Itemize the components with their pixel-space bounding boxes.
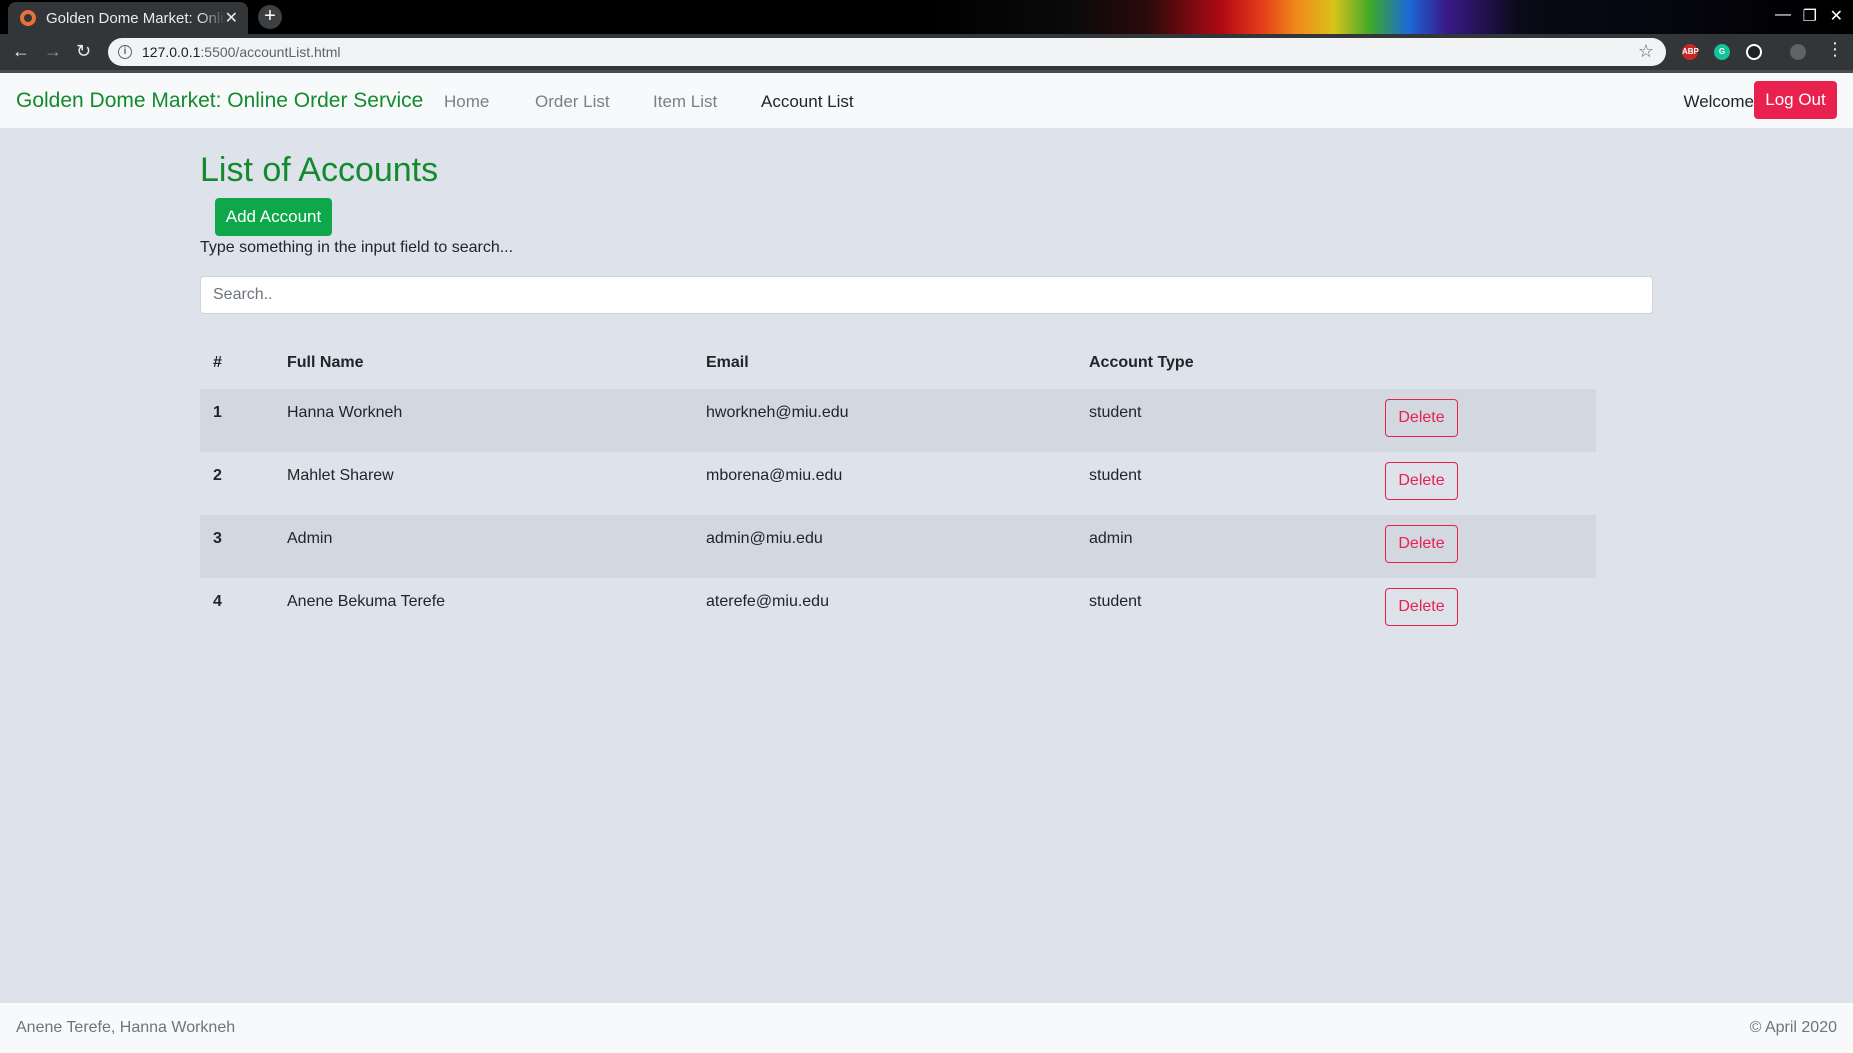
row-full-name: Hanna Workneh xyxy=(274,389,693,452)
welcome-text: Welcome xyxy=(1683,92,1754,111)
site-navbar: Golden Dome Market: Online Order Service… xyxy=(0,73,1853,128)
nav-account-list[interactable]: Account List xyxy=(761,92,854,112)
footer-authors: Anene Terefe, Hanna Workneh xyxy=(16,1019,236,1036)
table-row: 4 Anene Bekuma Terefe aterefe@miu.edu st… xyxy=(200,578,1596,641)
row-actions: Delete xyxy=(1372,515,1596,578)
menu-kebab-icon[interactable]: ⋮ xyxy=(1826,39,1844,60)
header-email: Email xyxy=(706,354,749,371)
nav-home[interactable]: Home xyxy=(444,92,489,112)
url-text: 127.0.0.1:5500/accountList.html xyxy=(142,44,341,60)
row-email: aterefe@miu.edu xyxy=(706,593,829,610)
search-hint: Type something in the input field to sea… xyxy=(200,239,514,256)
site-footer: Anene Terefe, Hanna Workneh © April 2020 xyxy=(0,1003,1853,1053)
reload-icon[interactable]: ↻ xyxy=(76,41,91,62)
adblock-icon[interactable]: ABP xyxy=(1682,44,1699,60)
delete-button[interactable]: Delete xyxy=(1385,588,1458,626)
bookmark-star-icon[interactable]: ☆ xyxy=(1638,41,1654,62)
row-account-type: student xyxy=(1089,467,1142,484)
new-tab-button[interactable]: + xyxy=(258,5,282,29)
grammarly-icon[interactable]: G xyxy=(1714,44,1730,60)
close-tab-icon[interactable]: ✕ xyxy=(225,8,238,28)
row-number: 3 xyxy=(200,515,274,578)
header-actions xyxy=(1372,337,1596,389)
info-icon[interactable]: i xyxy=(118,45,132,59)
forward-icon[interactable]: → xyxy=(44,41,62,62)
logout-button[interactable]: Log Out xyxy=(1754,81,1837,119)
table-row: 3 Admin admin@miu.edu admin Delete xyxy=(200,515,1596,578)
delete-button[interactable]: Delete xyxy=(1385,462,1458,500)
accounts-table: # Full Name Email Account Type 1 Hanna W… xyxy=(200,337,1596,641)
add-account-button[interactable]: Add Account xyxy=(215,198,332,236)
table-header-row: # Full Name Email Account Type xyxy=(200,337,1596,389)
table-row: 1 Hanna Workneh hworkneh@miu.edu student… xyxy=(200,389,1596,452)
row-account-type: student xyxy=(1089,593,1142,610)
search-input[interactable] xyxy=(200,276,1653,314)
header-account-type: Account Type xyxy=(1089,354,1194,371)
row-account-type: student xyxy=(1076,389,1372,452)
address-bar[interactable]: i 127.0.0.1:5500/accountList.html ☆ xyxy=(108,38,1666,66)
table-row: 2 Mahlet Sharew mborena@miu.edu student … xyxy=(200,452,1596,515)
browser-tab[interactable]: Golden Dome Market: Online Order Service… xyxy=(8,2,248,34)
back-icon[interactable]: ← xyxy=(12,41,30,62)
row-number: 2 xyxy=(213,467,222,484)
header-number: # xyxy=(213,354,222,371)
page-title: List of Accounts xyxy=(200,151,439,189)
favicon-icon xyxy=(20,10,36,26)
row-account-type: admin xyxy=(1076,515,1372,578)
nav-order-list[interactable]: Order List xyxy=(535,92,610,112)
header-full-name: Full Name xyxy=(287,354,364,371)
row-email: hworkneh@miu.edu xyxy=(693,389,1076,452)
row-number: 4 xyxy=(213,593,222,610)
brand-link[interactable]: Golden Dome Market: Online Order Service xyxy=(16,89,423,113)
row-actions: Delete xyxy=(1372,452,1596,515)
delete-button[interactable]: Delete xyxy=(1385,525,1458,563)
row-email: admin@miu.edu xyxy=(693,515,1076,578)
nav-item-list[interactable]: Item List xyxy=(653,92,717,112)
close-window-icon[interactable]: ✕ xyxy=(1830,6,1843,26)
browser-toolbar: ← → ↻ i 127.0.0.1:5500/accountList.html … xyxy=(0,34,1853,70)
row-actions: Delete xyxy=(1372,578,1596,641)
delete-button[interactable]: Delete xyxy=(1385,399,1458,437)
minimize-icon[interactable]: — xyxy=(1775,6,1791,24)
browser-tab-strip: Golden Dome Market: Online Order Service… xyxy=(0,0,1853,34)
footer-copyright: © April 2020 xyxy=(1749,1019,1837,1036)
row-full-name: Admin xyxy=(274,515,693,578)
profile-avatar-icon[interactable] xyxy=(1790,44,1806,60)
row-actions: Delete xyxy=(1372,389,1596,452)
row-email: mborena@miu.edu xyxy=(706,467,843,484)
tab-title: Golden Dome Market: Online Order Service xyxy=(46,9,226,27)
row-full-name: Anene Bekuma Terefe xyxy=(287,593,446,610)
row-full-name: Mahlet Sharew xyxy=(287,467,394,484)
extension-icon[interactable] xyxy=(1746,44,1762,60)
row-number: 1 xyxy=(200,389,274,452)
restore-icon[interactable]: ❐ xyxy=(1803,6,1817,26)
